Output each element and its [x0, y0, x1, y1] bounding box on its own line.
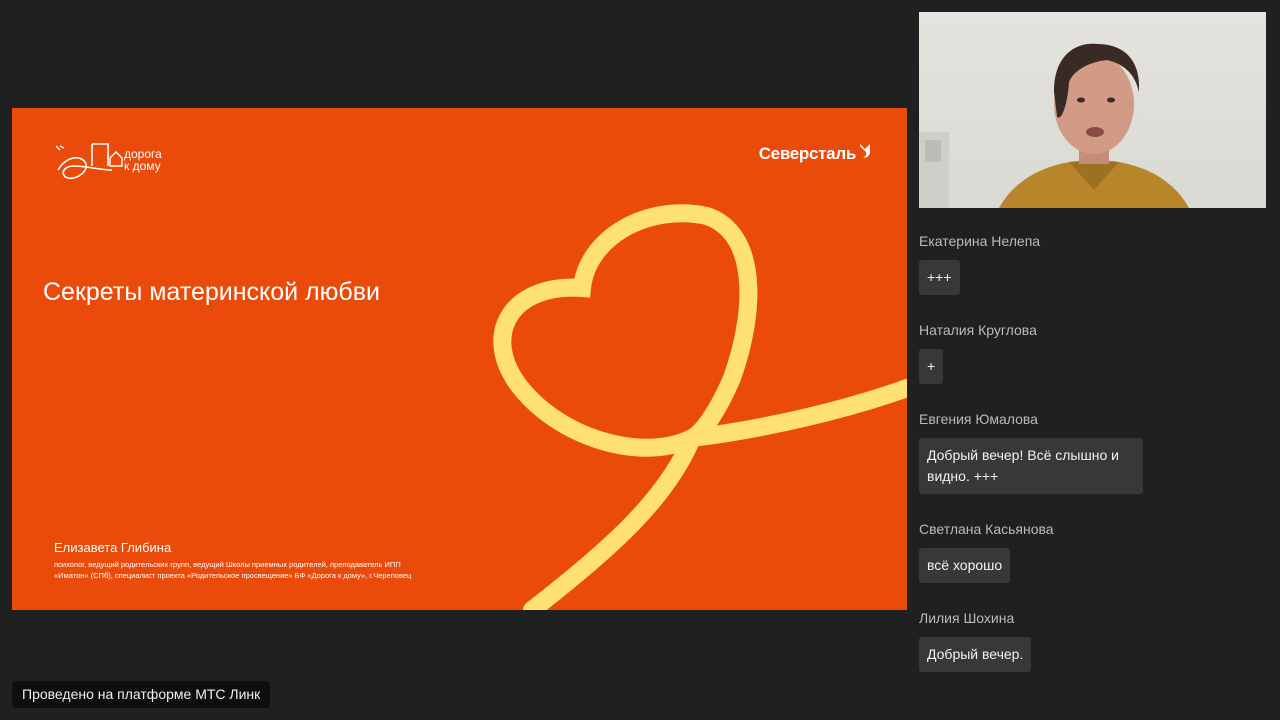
- platform-badge[interactable]: Проведено на платформе МТС Линк: [12, 681, 271, 708]
- logo-text-line2: к дому: [124, 159, 161, 173]
- message-author: Светлана Касьянова: [919, 521, 1054, 537]
- message-bubble: +: [919, 349, 944, 384]
- chat-panel: Екатерина Нелепа +++ Наталия Круглова + …: [919, 222, 1259, 688]
- message-bubble: Добрый вечер.: [919, 637, 1032, 672]
- message-author: Наталия Круглова: [919, 322, 1037, 338]
- slide-title: Секреты материнской любви: [43, 278, 380, 306]
- house-logo-icon: [55, 143, 123, 180]
- chat-message: Евгения Юмалова Добрый вечер! Всё слышно…: [919, 400, 1259, 510]
- message-bubble: +++: [919, 260, 960, 295]
- speaker-video-frame: [919, 43, 1189, 208]
- speaker-video: [919, 12, 1266, 208]
- speaker-description: психолог, ведущий родительских групп, ве…: [54, 560, 412, 580]
- message-bubble: Добрый вечер! Всё слышно и видно. +++: [919, 438, 1143, 494]
- dorogakdomu-logo: дорога к дому: [52, 136, 162, 184]
- chat-message: Светлана Касьянова всё хорошо: [919, 510, 1259, 599]
- message-author: Евгения Юмалова: [919, 411, 1038, 427]
- message-author: Екатерина Нелепа: [919, 233, 1041, 249]
- message-bubble: всё хорошо: [919, 548, 1011, 583]
- chat-message: Лилия Шохина Добрый вечер.: [919, 599, 1259, 688]
- chat-message: Екатерина Нелепа +++: [919, 222, 1259, 311]
- severstal-logo-text: Северсталь: [758, 144, 857, 163]
- chat-message: Наталия Круглова +: [919, 311, 1259, 400]
- message-author: Лилия Шохина: [919, 610, 1015, 626]
- severstal-mark-icon: [860, 144, 870, 158]
- severstal-logo: Северсталь: [759, 144, 873, 164]
- presentation-slide: дорога к дому Северсталь Секреты материн…: [12, 108, 907, 610]
- speaker-name: Елизавета Глибина: [54, 540, 172, 555]
